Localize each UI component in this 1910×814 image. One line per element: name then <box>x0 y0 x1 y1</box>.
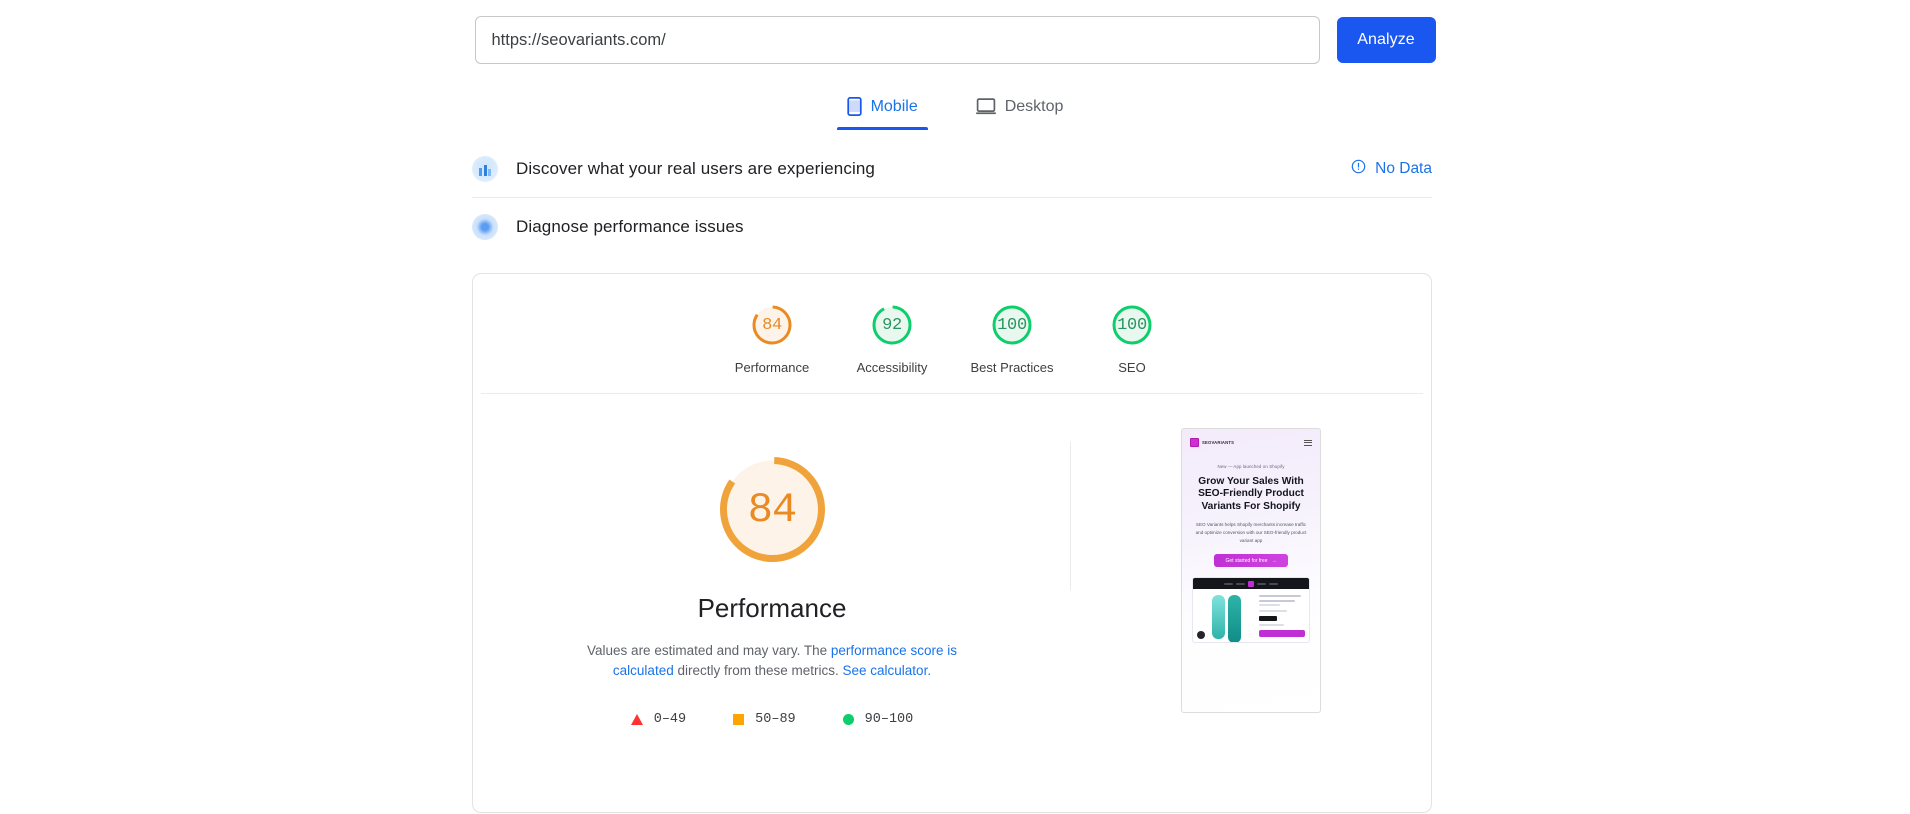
accessibility-score-value: 92 <box>882 315 902 335</box>
legend-range-poor: 0–49 <box>653 711 687 727</box>
performance-detail: 84 Performance Values are estimated and … <box>473 394 1431 812</box>
diagnose-section-title: Diagnose performance issues <box>516 217 744 236</box>
text-line <box>1259 595 1302 598</box>
lighthouse-icon <box>472 214 498 240</box>
thumb-nav-line <box>1257 582 1266 585</box>
mobile-icon <box>846 97 862 116</box>
thumb-badge: New — App launched on Shopify <box>1217 464 1285 469</box>
seo-score-label: SEO <box>1118 360 1146 375</box>
circle-icon <box>842 713 854 725</box>
price-block <box>1259 616 1277 622</box>
thumb-nav-line <box>1224 582 1233 585</box>
buy-button-block <box>1259 630 1305 638</box>
thumb-product-screenshot <box>1192 577 1310 644</box>
legend-range-good: 90–100 <box>864 711 914 727</box>
text-line <box>1259 610 1287 613</box>
performance-large-value: 84 <box>747 485 797 534</box>
performance-score-value: 84 <box>762 315 782 335</box>
performance-note: Values are estimated and may vary. The p… <box>572 641 972 682</box>
thumb-nav-line <box>1269 582 1278 585</box>
score-legend: 0–49 50–89 90–100 <box>630 711 914 727</box>
diagnose-section-header: Diagnose performance issues <box>472 198 1432 256</box>
performance-score-label: Performance <box>734 360 810 375</box>
thumb-logo: SEOVARIANTS <box>1190 438 1234 447</box>
analyze-button[interactable]: Analyze <box>1336 17 1436 63</box>
seo-gauge: 100 <box>1108 301 1156 349</box>
score-best-practices[interactable]: 100 Best Practices <box>952 301 1072 375</box>
category-scores: 84 Performance 92 Accessibility 100 Best… <box>481 274 1423 394</box>
see-calculator-link[interactable]: See calculator. <box>843 663 932 678</box>
crux-section-header: Discover what your real users are experi… <box>472 140 1432 198</box>
product-image-icon <box>1227 595 1241 643</box>
legend-item-average: 50–89 <box>733 712 796 727</box>
accessibility-score-label: Accessibility <box>856 360 928 375</box>
tab-desktop-label: Desktop <box>1004 97 1064 115</box>
thumb-shot-logo-icon <box>1248 580 1254 587</box>
score-accessibility[interactable]: 92 Accessibility <box>832 301 952 375</box>
thumb-headline: Grow Your Sales With SEO-Friendly Produc… <box>1198 476 1304 512</box>
crux-section-title: Discover what your real users are experi… <box>516 158 875 178</box>
accessibility-gauge: 92 <box>868 301 916 349</box>
performance-gauge: 84 <box>748 301 796 349</box>
tab-mobile-label: Mobile <box>870 97 918 115</box>
tab-mobile[interactable]: Mobile <box>833 88 932 130</box>
thumb-navbar: SEOVARIANTS <box>1182 429 1320 447</box>
score-seo[interactable]: 100 SEO <box>1072 301 1192 375</box>
best-practices-score-value: 100 <box>997 315 1027 335</box>
performance-summary: 84 Performance Values are estimated and … <box>473 406 1071 812</box>
thumb-subtext: SEO Variants helps Shopify merchants inc… <box>1195 522 1307 544</box>
product-image-icon <box>1211 595 1225 640</box>
seo-score-value: 100 <box>1117 315 1147 335</box>
text-line <box>1259 599 1295 602</box>
brand-mark-icon <box>1190 438 1199 447</box>
square-icon <box>733 713 745 725</box>
field-data-icon <box>472 155 498 182</box>
triangle-icon <box>630 713 643 725</box>
legend-range-average: 50–89 <box>755 711 796 727</box>
url-input[interactable] <box>474 16 1320 64</box>
legend-item-good: 90–100 <box>842 711 914 727</box>
arrow-right-icon: → <box>1271 557 1277 564</box>
crux-status-label: No Data <box>1375 159 1432 177</box>
thumb-shot-topbar <box>1193 578 1309 590</box>
note-text-2: directly from these metrics. <box>673 663 843 679</box>
thumb-nav-line <box>1236 582 1245 585</box>
tab-desktop[interactable]: Desktop <box>962 88 1078 130</box>
info-icon <box>1351 159 1366 179</box>
score-performance[interactable]: 84 Performance <box>712 301 832 375</box>
lighthouse-results-card: 84 Performance 92 Accessibility 100 Best… <box>472 273 1432 813</box>
note-text-1: Values are estimated and may vary. The <box>587 643 831 658</box>
best-practices-score-label: Best Practices <box>970 360 1054 375</box>
crux-status[interactable]: No Data <box>1351 159 1432 179</box>
desktop-icon <box>975 98 996 115</box>
legend-item-poor: 0–49 <box>630 711 687 727</box>
text-line <box>1259 624 1285 627</box>
thumb-logo-text: SEOVARIANTS <box>1202 440 1235 445</box>
best-practices-gauge: 100 <box>988 301 1036 349</box>
thumb-cta-button: Get started for free → <box>1214 554 1288 568</box>
performance-large-gauge: 84 <box>711 448 834 571</box>
page-screenshot-thumbnail[interactable]: SEOVARIANTS New — App launched on Shopif… <box>1181 428 1321 713</box>
thumb-cta-label: Get started for free <box>1225 557 1268 564</box>
thumb-product-images <box>1197 593 1255 643</box>
hamburger-menu-icon <box>1304 439 1312 446</box>
text-line <box>1259 604 1281 607</box>
search-bar: Analyze <box>0 0 1910 80</box>
page-screenshot-panel: SEOVARIANTS New — App launched on Shopif… <box>1071 406 1431 812</box>
device-tabs: Mobile Desktop <box>0 88 1910 130</box>
results-content: Discover what your real users are experi… <box>472 140 1432 813</box>
performance-panel-title: Performance <box>697 593 847 623</box>
thumb-product-info <box>1259 593 1305 640</box>
thumb-shot-body <box>1193 589 1309 643</box>
